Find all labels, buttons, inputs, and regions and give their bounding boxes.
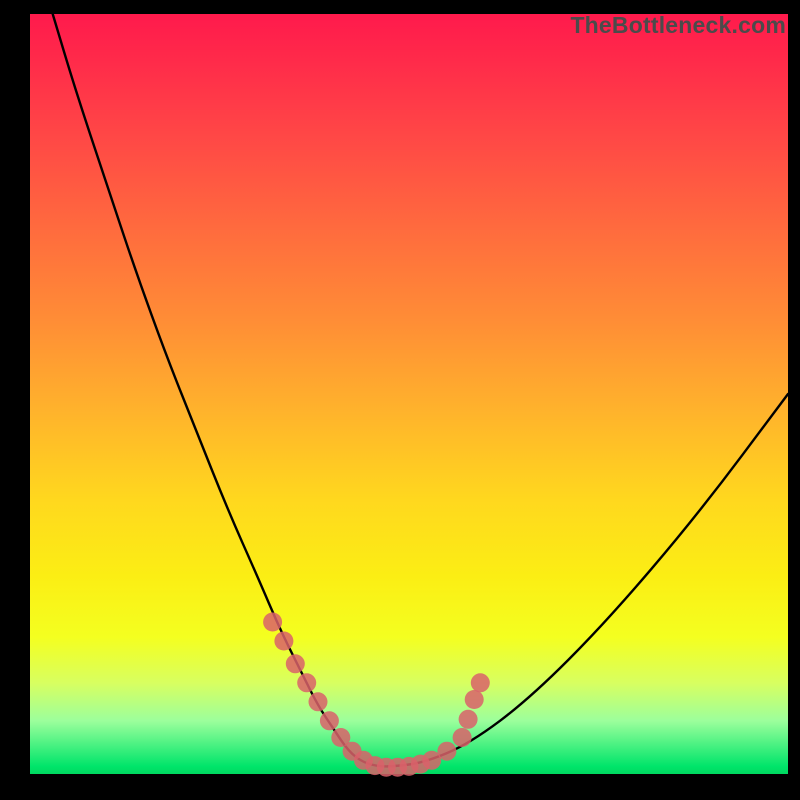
plot-area [30,14,788,774]
watermark-text: TheBottleneck.com [570,12,786,39]
